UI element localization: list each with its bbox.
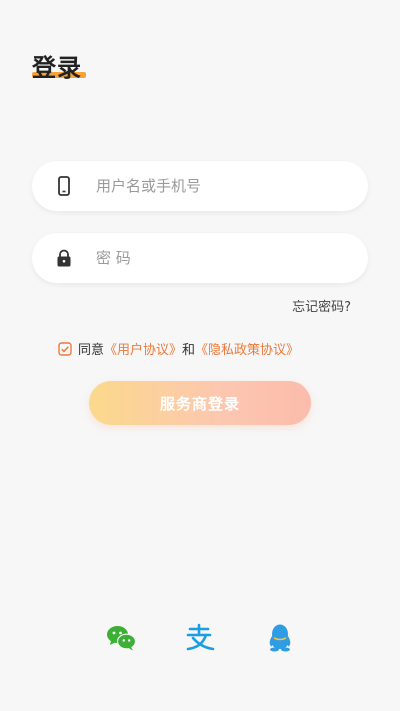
password-field[interactable]: [32, 233, 368, 283]
agreement-checkbox[interactable]: [58, 341, 72, 356]
agreement-row: 同意 《用户协议》 和 《隐私政策协议》: [58, 339, 299, 358]
provider-login-button[interactable]: 服务商登录: [89, 381, 311, 425]
wechat-icon[interactable]: [105, 622, 137, 654]
username-input[interactable]: [96, 161, 346, 211]
forgot-password-link[interactable]: 忘记密码?: [292, 296, 351, 315]
lock-icon: [57, 249, 71, 267]
user-agreement-link[interactable]: 《用户协议》: [104, 339, 182, 358]
page-title: 登录: [32, 54, 82, 82]
phone-icon: [58, 176, 70, 196]
username-field[interactable]: [32, 161, 368, 211]
alipay-icon[interactable]: [184, 622, 216, 654]
qq-icon[interactable]: [264, 622, 296, 654]
page-title-group: 登录: [32, 48, 86, 83]
agreement-conjunction: 和: [182, 343, 196, 358]
password-input[interactable]: [96, 233, 346, 283]
privacy-policy-link[interactable]: 《隐私政策协议》: [195, 339, 299, 358]
agreement-prefix: 同意: [78, 343, 105, 358]
